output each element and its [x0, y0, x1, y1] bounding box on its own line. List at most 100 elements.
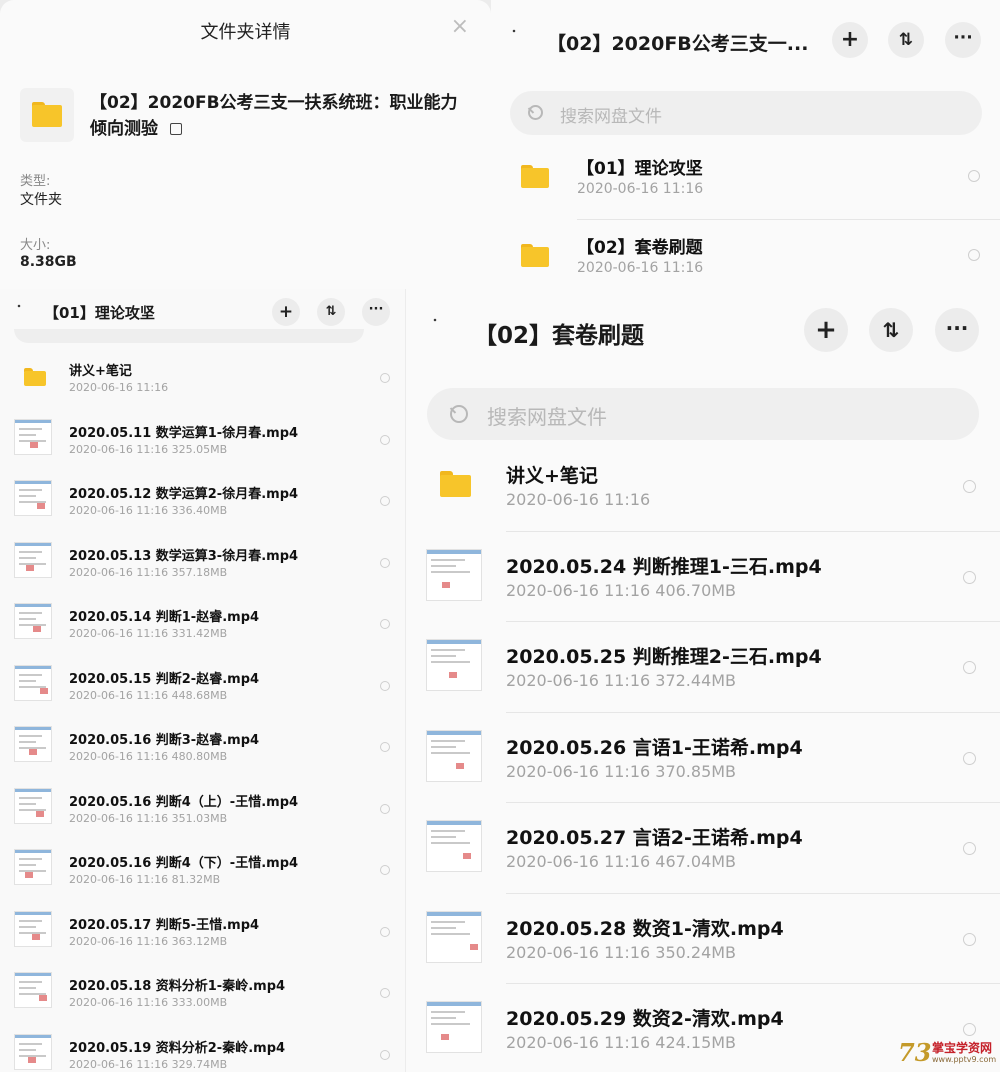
item-meta: 2020-06-16 11:16 336.40MB — [69, 504, 228, 517]
select-radio[interactable] — [380, 373, 390, 383]
item-meta: 2020-06-16 11:16 350.24MB — [506, 942, 737, 962]
item-name: 2020.05.19 资料分析2-秦岭.mp4 — [69, 1040, 286, 1056]
more-button[interactable]: ··· — [935, 308, 979, 352]
select-radio[interactable] — [968, 170, 980, 182]
list-item[interactable]: 2020.05.24 判断推理1-三石.mp4 2020-06-16 11:16 … — [406, 532, 1000, 622]
item-name: 2020.05.16 判断4（下）-王惜.mp4 — [69, 856, 299, 871]
item-meta: 2020-06-16 11:16 372.44MB — [506, 671, 737, 690]
video-thumbnail — [14, 972, 52, 1008]
select-radio[interactable] — [963, 842, 976, 855]
list-item[interactable]: 讲义+笔记 2020-06-16 11:16 — [0, 343, 405, 405]
list-item[interactable]: 2020.05.16 判断3-赵睿.mp4 2020-06-16 11:16 48… — [0, 712, 405, 774]
item-name: 2020.05.16 判断4（上）-王惜.mp4 — [69, 794, 299, 810]
list-item[interactable]: 2020.05.18 资料分析1-秦岭.mp4 2020-06-16 11:16 … — [0, 958, 405, 1020]
video-thumbnail — [14, 910, 52, 947]
list-item[interactable]: 2020.05.16 判断4（下）-王惜.mp4 2020-06-16 11:16… — [0, 835, 405, 897]
list-item[interactable]: 2020.05.11 数学运算1-徐月春.mp4 2020-06-16 11:16… — [0, 405, 405, 467]
video-thumbnail — [14, 787, 52, 824]
video-thumbnail — [426, 820, 482, 872]
select-radio[interactable] — [380, 619, 390, 629]
back-icon[interactable] — [18, 305, 34, 323]
select-radio[interactable] — [380, 557, 390, 568]
select-radio[interactable] — [963, 480, 976, 493]
select-radio[interactable] — [380, 865, 390, 875]
item-name: 2020.05.18 资料分析1-秦岭.mp4 — [69, 979, 286, 994]
item-meta: 2020-06-16 11:16 325.05MB — [69, 442, 228, 456]
video-thumbnail — [14, 726, 52, 762]
item-name: 2020.05.16 判断3-赵睿.mp4 — [69, 733, 260, 748]
theory-folder-panel: 【01】理论攻坚 + ⇅ ··· 讲义+笔记 2020-06-16 11:16 20… — [0, 289, 405, 1072]
video-thumbnail — [14, 603, 52, 639]
item-meta: 2020-06-16 11:16 333.00MB — [69, 996, 228, 1009]
item-meta: 2020-06-16 11:16 467.04MB — [506, 852, 737, 871]
back-icon[interactable] — [434, 319, 456, 343]
item-name: 【01】理论攻坚 — [577, 159, 703, 179]
item-name: 2020.05.27 言语2-王诺希.mp4 — [506, 827, 803, 849]
video-thumbnail — [426, 639, 482, 691]
edit-icon[interactable] — [170, 123, 182, 135]
select-radio[interactable] — [380, 680, 390, 691]
select-radio[interactable] — [380, 988, 390, 998]
select-radio[interactable] — [963, 570, 976, 584]
select-radio[interactable] — [380, 803, 390, 814]
size-value: 8.38GB — [20, 254, 77, 270]
type-value: 文件夹 — [20, 192, 62, 208]
select-radio[interactable] — [968, 249, 980, 261]
select-radio[interactable] — [380, 1049, 390, 1060]
list-item[interactable]: 2020.05.25 判断推理2-三石.mp4 2020-06-16 11:16 … — [406, 622, 1000, 713]
select-radio[interactable] — [380, 742, 390, 752]
more-button[interactable]: ··· — [362, 298, 390, 326]
size-label: 大小: — [20, 238, 51, 253]
list-item[interactable]: 2020.05.28 数资1-清欢.mp4 2020-06-16 11:16 35… — [406, 894, 1000, 984]
root-folder-panel: 【02】2020FB公考三支一... + ⇅ ··· 搜索网盘文件 【01】理论… — [491, 0, 1000, 289]
search-input-edge[interactable] — [14, 329, 364, 343]
list-item[interactable]: 2020.05.17 判断5-王惜.mp4 2020-06-16 11:16 36… — [0, 897, 405, 959]
select-radio[interactable] — [380, 926, 390, 937]
item-name: 讲义+笔记 — [69, 364, 132, 379]
add-button[interactable]: + — [272, 298, 300, 326]
list-item[interactable]: 2020.05.14 判断1-赵睿.mp4 2020-06-16 11:16 33… — [0, 589, 405, 651]
type-label: 类型: — [20, 174, 51, 189]
add-button[interactable]: + — [804, 308, 848, 352]
select-radio[interactable] — [963, 751, 976, 765]
list-item[interactable]: 2020.05.16 判断4（上）-王惜.mp4 2020-06-16 11:16… — [0, 774, 405, 836]
item-meta: 2020-06-16 11:16 448.68MB — [69, 688, 228, 702]
add-button[interactable]: + — [832, 22, 868, 58]
video-thumbnail — [14, 664, 52, 701]
video-thumbnail — [426, 729, 482, 782]
list-item[interactable]: 2020.05.27 言语2-王诺希.mp4 2020-06-16 11:16 4… — [406, 803, 1000, 894]
item-name: 2020.05.15 判断2-赵睿.mp4 — [69, 671, 260, 687]
item-name: 2020.05.17 判断5-王惜.mp4 — [69, 917, 260, 933]
list-item[interactable]: 2020.05.26 言语1-王诺希.mp4 2020-06-16 11:16 3… — [406, 713, 1000, 803]
item-meta: 2020-06-16 11:16 357.18MB — [69, 565, 228, 579]
select-radio[interactable] — [963, 1023, 976, 1036]
select-radio[interactable] — [380, 434, 390, 445]
item-name: 2020.05.25 判断推理2-三石.mp4 — [506, 646, 822, 668]
more-button[interactable]: ··· — [945, 22, 981, 58]
item-name: 2020.05.14 判断1-赵睿.mp4 — [69, 610, 260, 625]
folder-icon — [24, 368, 46, 386]
folder-icon — [521, 244, 549, 267]
sort-button[interactable]: ⇅ — [317, 298, 345, 326]
search-input[interactable]: 搜索网盘文件 — [510, 91, 982, 135]
sort-button[interactable]: ⇅ — [888, 22, 924, 58]
list-item[interactable]: 2020.05.13 数学运算3-徐月春.mp4 2020-06-16 11:16… — [0, 528, 405, 590]
list-item[interactable]: 讲义+笔记 2020-06-16 11:16 — [406, 441, 1000, 532]
sort-button[interactable]: ⇅ — [869, 308, 913, 352]
back-icon[interactable] — [513, 30, 533, 52]
list-item[interactable]: 【02】套卷刷题 2020-06-16 11:16 — [491, 220, 1000, 289]
item-meta: 2020-06-16 11:16 480.80MB — [69, 750, 228, 763]
folder-icon — [32, 102, 62, 127]
list-item[interactable]: 【01】理论攻坚 2020-06-16 11:16 — [491, 141, 1000, 220]
close-icon[interactable]: × — [451, 16, 469, 38]
select-radio[interactable] — [963, 932, 976, 946]
list-item[interactable]: 2020.05.15 判断2-赵睿.mp4 2020-06-16 11:16 44… — [0, 651, 405, 713]
select-radio[interactable] — [380, 496, 390, 506]
list-item[interactable]: 2020.05.19 资料分析2-秦岭.mp4 2020-06-16 11:16 … — [0, 1020, 405, 1072]
select-radio[interactable] — [963, 661, 976, 674]
list-item[interactable]: 2020.05.12 数学运算2-徐月春.mp4 2020-06-16 11:16… — [0, 466, 405, 528]
folder-name: 【02】2020FB公考三支一扶系统班：职业能力倾向测验 — [90, 90, 470, 142]
search-placeholder: 搜索网盘文件 — [487, 405, 607, 429]
item-name: 2020.05.12 数学运算2-徐月春.mp4 — [69, 487, 299, 502]
search-input[interactable]: 搜索网盘文件 — [427, 388, 979, 440]
